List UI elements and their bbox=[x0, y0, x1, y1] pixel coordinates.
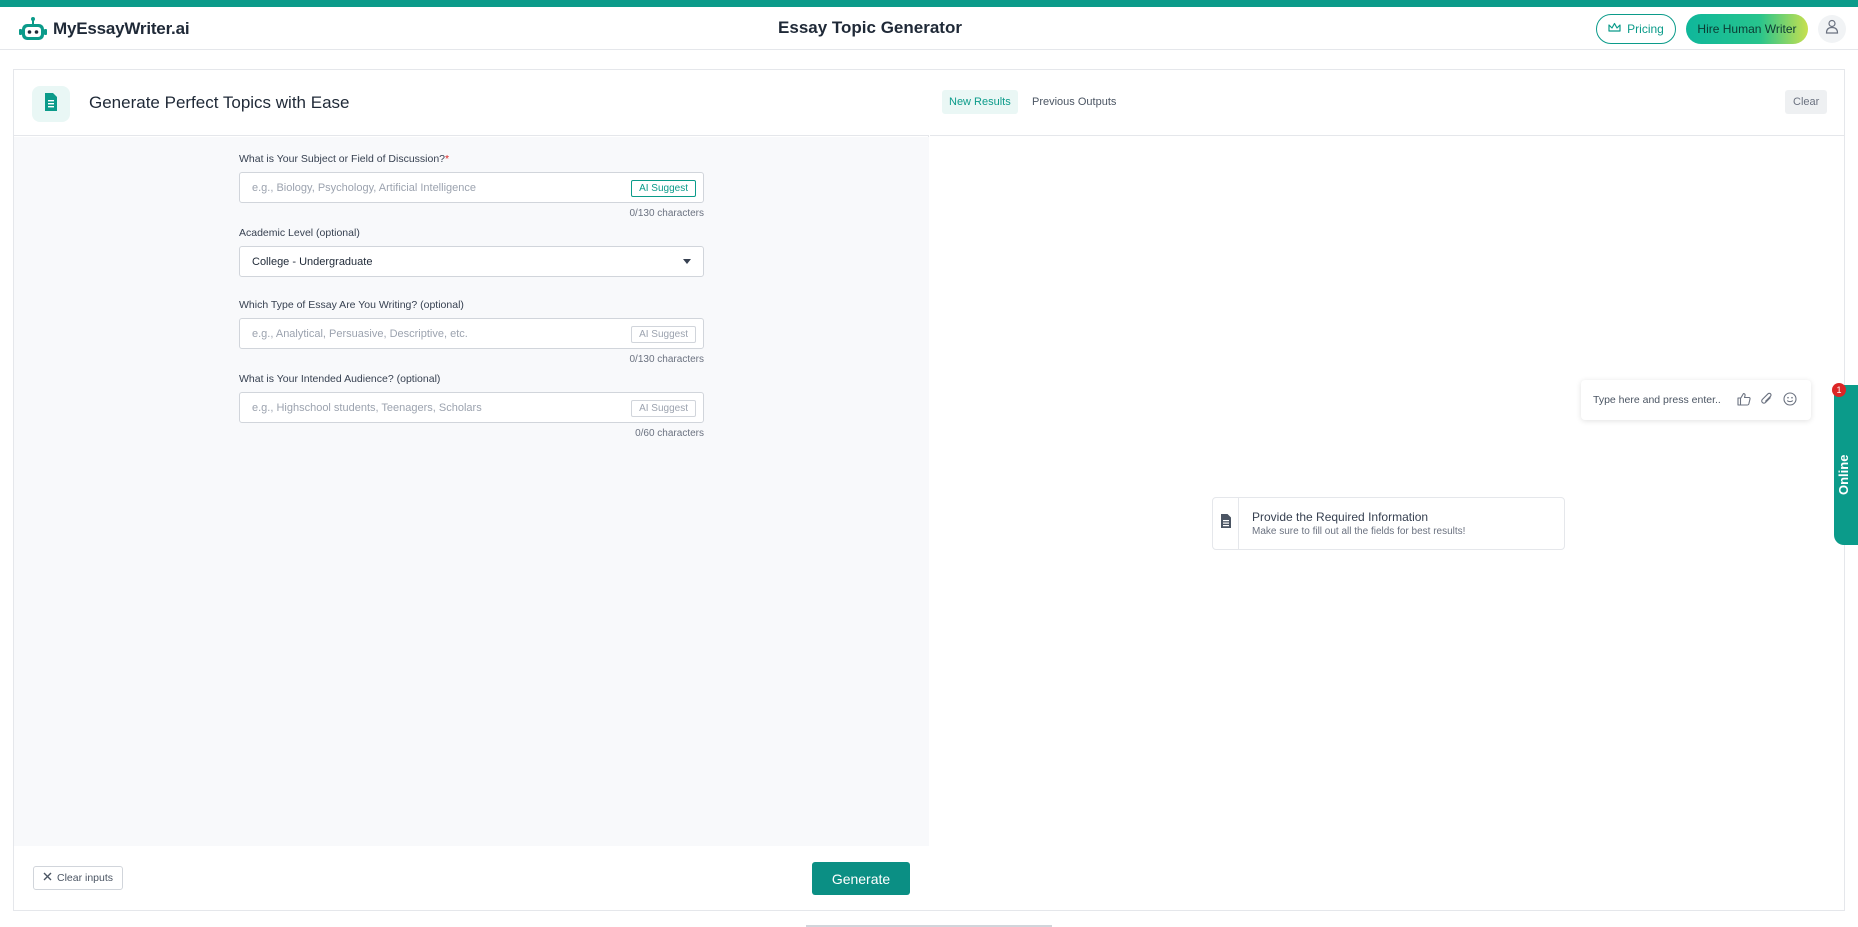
empty-state-title: Provide the Required Information bbox=[1252, 510, 1429, 524]
emoji-icon[interactable] bbox=[1783, 392, 1797, 409]
academic-level-value: College - Undergraduate bbox=[252, 255, 373, 268]
hire-human-writer-button[interactable]: Hire Human Writer bbox=[1686, 14, 1808, 44]
results-section: New Results Previous Outputs Clear Provi… bbox=[930, 70, 1844, 910]
results-header: New Results Previous Outputs Clear bbox=[930, 70, 1844, 136]
chat-widget[interactable]: Type here and press enter.. bbox=[1581, 380, 1811, 420]
topic-form: What is Your Subject or Field of Discuss… bbox=[239, 153, 704, 439]
tab-previous-outputs[interactable]: Previous Outputs bbox=[1025, 90, 1123, 114]
paperclip-icon[interactable] bbox=[1760, 392, 1774, 409]
empty-state-card: Provide the Required Information Make su… bbox=[1212, 497, 1565, 550]
tool-panel: Generate Perfect Topics with Ease What i… bbox=[13, 69, 1845, 911]
essay-type-ai-suggest-button[interactable]: AI Suggest bbox=[631, 326, 696, 343]
subject-char-count: 0/130 characters bbox=[629, 208, 705, 219]
empty-state-icon-wrap bbox=[1213, 498, 1239, 549]
subject-input[interactable] bbox=[240, 173, 620, 202]
clear-inputs-label: Clear inputs bbox=[57, 872, 114, 884]
clear-inputs-button[interactable]: Clear inputs bbox=[33, 866, 124, 890]
academic-level-label: Academic Level (optional) bbox=[239, 227, 360, 239]
form-area: What is Your Subject or Field of Discuss… bbox=[14, 137, 929, 846]
online-label: Online bbox=[1836, 454, 1851, 495]
audience-input[interactable] bbox=[240, 393, 620, 422]
tab-new-results[interactable]: New Results bbox=[942, 90, 1018, 114]
input-section: Generate Perfect Topics with Ease What i… bbox=[14, 70, 929, 910]
audience-field: AI Suggest bbox=[239, 392, 704, 423]
document-badge bbox=[32, 86, 70, 122]
document-icon bbox=[1220, 513, 1232, 534]
section-heading: Generate Perfect Topics with Ease bbox=[89, 93, 350, 112]
essay-type-label: Which Type of Essay Are You Writing? (op… bbox=[239, 299, 464, 311]
thumbs-up-icon[interactable] bbox=[1737, 392, 1751, 409]
online-chat-tab[interactable]: Online bbox=[1834, 385, 1858, 545]
chevron-down-icon bbox=[683, 259, 691, 264]
subject-ai-suggest-button[interactable]: AI Suggest bbox=[631, 180, 696, 197]
user-icon bbox=[1825, 19, 1839, 39]
chat-actions bbox=[1737, 392, 1797, 409]
audience-label: What is Your Intended Audience? (optiona… bbox=[239, 373, 441, 385]
subject-label: What is Your Subject or Field of Discuss… bbox=[239, 153, 450, 165]
audience-char-count: 0/60 characters bbox=[635, 428, 704, 439]
page-title: Essay Topic Generator bbox=[778, 18, 962, 37]
essay-type-input[interactable] bbox=[240, 319, 620, 348]
chat-input-placeholder: Type here and press enter.. bbox=[1593, 394, 1721, 406]
subject-field: AI Suggest bbox=[239, 172, 704, 203]
close-icon bbox=[43, 872, 52, 884]
top-accent-bar bbox=[0, 0, 1858, 7]
app-header: MyEssayWriter.ai Essay Topic Generator P… bbox=[0, 7, 1858, 50]
empty-state-subtitle: Make sure to fill out all the fields for… bbox=[1252, 526, 1466, 537]
input-section-header: Generate Perfect Topics with Ease bbox=[14, 70, 929, 136]
clear-results-button[interactable]: Clear bbox=[1785, 90, 1828, 114]
pricing-label: Pricing bbox=[1627, 22, 1664, 36]
form-footer: Clear inputs Generate bbox=[14, 846, 929, 910]
document-icon bbox=[43, 92, 59, 117]
user-account-button[interactable] bbox=[1818, 15, 1846, 43]
generate-button[interactable]: Generate bbox=[812, 862, 910, 895]
academic-level-select[interactable]: College - Undergraduate bbox=[239, 246, 704, 277]
audience-ai-suggest-button[interactable]: AI Suggest bbox=[631, 400, 696, 417]
pricing-button[interactable]: Pricing bbox=[1596, 14, 1676, 44]
essay-type-char-count: 0/130 characters bbox=[629, 354, 705, 365]
chat-notification-badge: 1 bbox=[1832, 383, 1846, 397]
required-mark: * bbox=[445, 153, 450, 165]
essay-type-field: AI Suggest bbox=[239, 318, 704, 349]
crown-icon bbox=[1608, 22, 1621, 36]
